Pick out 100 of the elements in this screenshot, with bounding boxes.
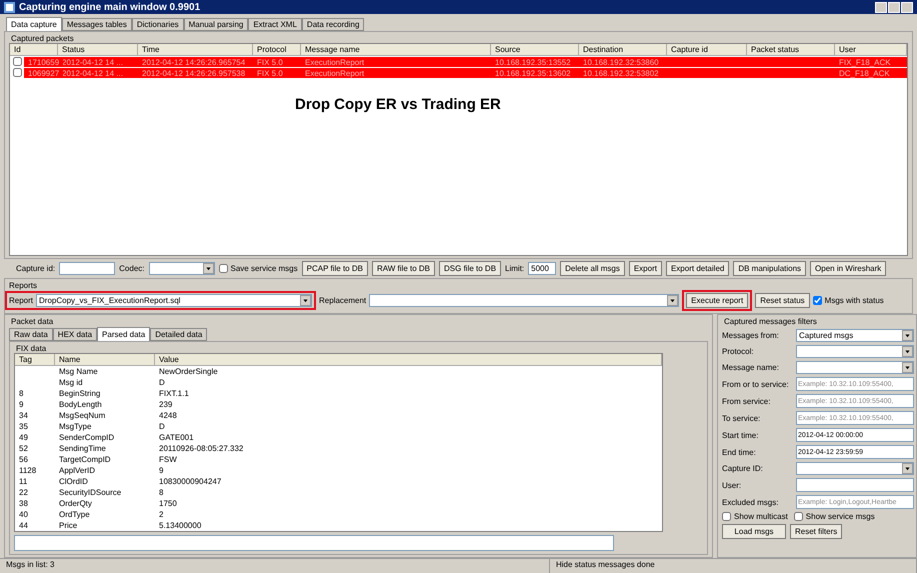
table-cell-text: FSW xyxy=(158,454,178,465)
tab[interactable]: Extract XML xyxy=(248,18,302,31)
checkbox[interactable] xyxy=(722,512,731,521)
table-cell-text: 5.13400000 xyxy=(158,520,202,531)
table-cell-text: OrderQty xyxy=(58,498,93,509)
tab[interactable]: Raw data xyxy=(9,328,53,341)
table-cell-text: 40 xyxy=(18,509,29,520)
row-checkbox[interactable] xyxy=(13,68,22,77)
filter-field[interactable] xyxy=(796,478,914,492)
table-cell-text: 20110926-08:05:27.332 xyxy=(158,443,244,454)
column-header[interactable]: Capture id xyxy=(667,44,747,55)
column-header[interactable]: Destination xyxy=(579,44,667,55)
checkbox-label: Show service msgs xyxy=(806,512,875,521)
tab[interactable]: Detailed data xyxy=(150,328,208,341)
column-header[interactable]: Packet status xyxy=(747,44,835,55)
checkbox-label: Save service msgs xyxy=(230,264,298,273)
table-cell-text: 239 xyxy=(158,399,174,410)
group-title: Reports xyxy=(8,281,38,290)
column-header[interactable]: Id xyxy=(10,44,58,55)
table-cell-text: GATE001 xyxy=(158,432,195,443)
field-label: Excluded msgs: xyxy=(722,498,780,506)
column-header[interactable]: Name xyxy=(55,354,155,365)
table-cell-text: 35 xyxy=(18,421,29,432)
table-cell-text: MsgType xyxy=(58,421,92,432)
column-header[interactable]: Status xyxy=(58,44,138,55)
tab[interactable]: Dictionaries xyxy=(132,18,184,31)
table-cell-text: 9 xyxy=(158,465,164,476)
table-cell: 10.168.192.32:53802 xyxy=(579,68,667,78)
field-label: Capture ID: xyxy=(722,464,764,473)
table-cell-text: BeginString xyxy=(58,388,102,399)
limit-field[interactable]: 5000 xyxy=(528,262,556,275)
table-cell-text: 49 xyxy=(18,432,29,443)
table-cell-text: 38 xyxy=(18,498,29,509)
tab[interactable]: HEX data xyxy=(52,328,98,341)
checkbox[interactable] xyxy=(812,296,822,305)
report-dropdown[interactable]: DropCopy_vs_FIX_ExecutionReport.sql xyxy=(36,294,312,307)
table-cell-text: ApplVerID xyxy=(58,465,96,476)
filter-button[interactable]: Load msgs xyxy=(722,524,786,539)
table-cell-text: SendingTime xyxy=(58,443,107,454)
table-cell-text: 8 xyxy=(158,487,164,498)
table-cell-text: 9 xyxy=(18,399,24,410)
tab[interactable]: Parsed data xyxy=(97,327,150,341)
column-header[interactable]: Value xyxy=(155,354,662,365)
toolbar-button[interactable]: Export xyxy=(628,261,662,276)
table-cell: FIX 5.0 xyxy=(253,68,301,78)
row-checkbox[interactable] xyxy=(13,57,22,66)
filter-dropdown[interactable]: Captured msgs xyxy=(796,329,914,342)
toolbar-button[interactable]: RAW file to DB xyxy=(372,261,436,276)
field-label: Report xyxy=(9,296,34,305)
tab[interactable]: Manual parsing xyxy=(184,18,248,31)
minimize-button[interactable] xyxy=(875,2,887,12)
table-cell-text: 11 xyxy=(18,476,28,487)
column-header[interactable]: User xyxy=(835,44,907,55)
table-cell: DC_F18_ACK xyxy=(835,68,907,78)
toolbar-button[interactable]: DSG file to DB xyxy=(439,261,502,276)
toolbar-button[interactable]: Open in Wireshark xyxy=(810,261,886,276)
table-cell: ExecutionReport xyxy=(301,68,491,78)
field-label: Limit: xyxy=(505,264,524,273)
filter-button[interactable]: Reset filters xyxy=(790,524,842,539)
tab[interactable]: Data capture xyxy=(6,17,62,31)
field-label: User: xyxy=(722,480,742,490)
column-header[interactable]: Protocol xyxy=(253,44,301,55)
dropdown-value: Captured msgs xyxy=(799,331,854,340)
table-cell-text: OrdType xyxy=(58,509,91,520)
field-label: Codec: xyxy=(119,264,144,273)
table-cell-text: 52 xyxy=(18,443,29,454)
table-cell: 10.168.192.35:13602 xyxy=(491,68,579,78)
toolbar-button[interactable]: Delete all msgs xyxy=(560,261,625,276)
table-cell-text: 8 xyxy=(18,388,24,399)
tab[interactable]: Data recording xyxy=(302,18,364,31)
execute-report-button[interactable]: Execute report xyxy=(686,293,748,308)
close-button[interactable] xyxy=(901,2,913,12)
table-cell-text: FIXT.1.1 xyxy=(158,388,190,399)
column-header[interactable]: Time xyxy=(138,44,253,55)
toolbar-button[interactable]: DB manipulations xyxy=(733,261,806,276)
field-label: Replacement xyxy=(319,296,366,305)
maximize-button[interactable] xyxy=(888,2,900,12)
table-cell: 1710659 xyxy=(24,57,64,67)
column-header[interactable]: Message name xyxy=(301,44,491,55)
capture-id-field[interactable] xyxy=(59,262,116,275)
table-cell: 10.168.192.35:13552 xyxy=(491,57,579,67)
checkbox[interactable] xyxy=(794,512,803,521)
dropdown-value: DropCopy_vs_FIX_ExecutionReport.sql xyxy=(39,296,180,305)
field-label: End time: xyxy=(722,448,757,456)
group-title: FIX data xyxy=(15,344,48,353)
column-header[interactable]: Source xyxy=(491,44,579,55)
field-label: Capture id: xyxy=(16,264,56,273)
table-cell: FIX_F18_ACK xyxy=(835,57,907,67)
column-header[interactable]: Tag xyxy=(15,354,55,365)
table-cell-text: 10830000904247 xyxy=(158,476,222,487)
table-cell: FIX 5.0 xyxy=(253,57,301,67)
toolbar-button[interactable]: PCAP file to DB xyxy=(302,261,368,276)
checkbox-label: Msgs with status xyxy=(824,296,884,305)
field-label: Protocol: xyxy=(722,347,755,356)
field-label: Message name: xyxy=(722,363,780,372)
reset-status-button[interactable]: Reset status xyxy=(755,293,810,308)
toolbar-button[interactable]: Export detailed xyxy=(666,261,730,276)
table-cell-text: ClOrdID xyxy=(58,476,89,487)
tab[interactable]: Messages tables xyxy=(62,18,132,31)
checkbox[interactable] xyxy=(218,264,228,273)
